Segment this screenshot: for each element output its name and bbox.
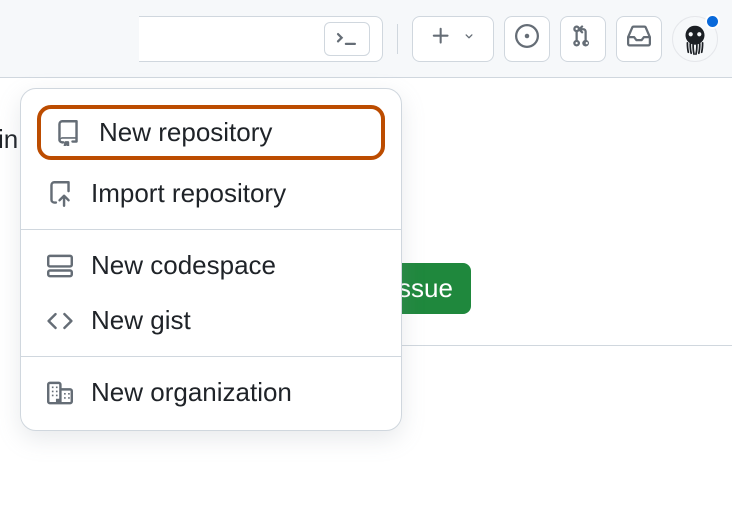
menu-item-new-repository[interactable]: New repository <box>37 105 385 160</box>
menu-separator <box>21 229 401 230</box>
top-navigation-bar <box>0 0 732 78</box>
notifications-button[interactable] <box>616 16 662 62</box>
inbox-icon <box>627 24 651 53</box>
menu-item-label: New organization <box>91 377 292 408</box>
issues-button[interactable] <box>504 16 550 62</box>
create-new-button[interactable] <box>412 16 494 62</box>
create-new-dropdown: New repository Import repository New cod… <box>20 88 402 431</box>
vertical-divider <box>397 24 398 54</box>
command-line-icon <box>324 22 370 56</box>
menu-item-label: New gist <box>91 305 191 336</box>
menu-item-import-repository[interactable]: Import repository <box>21 166 401 221</box>
organization-icon <box>45 378 75 408</box>
command-palette-input[interactable] <box>139 16 383 62</box>
menu-separator <box>21 356 401 357</box>
menu-item-new-gist[interactable]: New gist <box>21 293 401 348</box>
repo-push-icon <box>45 179 75 209</box>
chevron-down-icon <box>462 29 476 48</box>
menu-item-new-codespace[interactable]: New codespace <box>21 238 401 293</box>
repo-icon <box>53 118 83 148</box>
code-icon <box>45 306 75 336</box>
menu-item-label: New repository <box>99 117 272 148</box>
git-pull-request-icon <box>571 24 595 53</box>
plus-icon <box>430 25 452 52</box>
issue-opened-icon <box>515 24 539 53</box>
menu-item-new-organization[interactable]: New organization <box>21 365 401 420</box>
pull-requests-button[interactable] <box>560 16 606 62</box>
notification-dot-icon <box>705 14 720 29</box>
menu-item-label: Import repository <box>91 178 286 209</box>
horizontal-divider <box>400 345 732 346</box>
menu-item-label: New codespace <box>91 250 276 281</box>
user-avatar[interactable] <box>672 16 718 62</box>
codespaces-icon <box>45 251 75 281</box>
